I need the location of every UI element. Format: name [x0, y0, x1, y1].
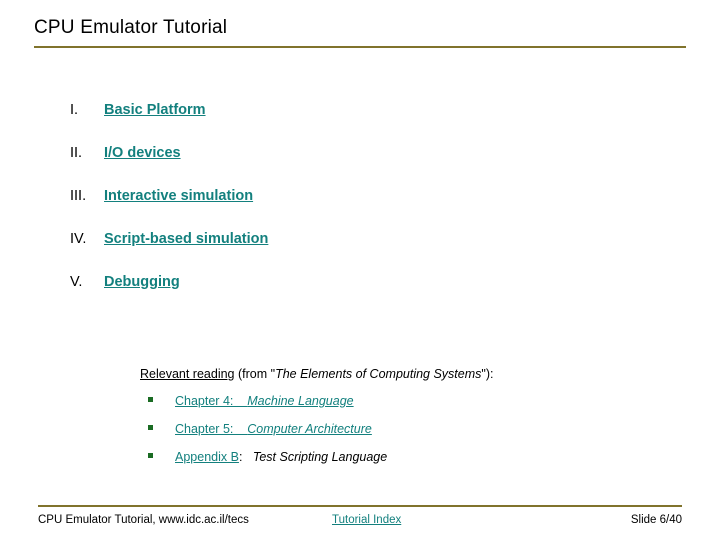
relevant-reading-block: Relevant reading (from "The Elements of … [140, 366, 660, 478]
reading-link-chapter-5-title: Computer Architecture [247, 422, 372, 436]
square-bullet-icon [148, 425, 153, 430]
outline-list: I. Basic Platform II. I/O devices III. I… [70, 102, 630, 317]
relevant-reading-book-title: The Elements of Computing Systems [275, 367, 482, 381]
list-item[interactable]: IV. Script-based simulation [70, 231, 630, 274]
reading-appendix-b-title: Test Scripting Language [252, 450, 388, 464]
outline-numeral: IV. [70, 231, 87, 247]
reading-link-chapter-4-title: Machine Language [247, 394, 354, 408]
relevant-reading-label: Relevant reading [140, 367, 235, 381]
outline-numeral: V. [70, 274, 83, 290]
relevant-reading-suffix: "): [481, 367, 494, 381]
outline-link-basic-platform[interactable]: Basic Platform [104, 102, 206, 118]
title-divider [34, 46, 686, 48]
reading-link-chapter-4-label: Chapter 4: [175, 394, 248, 408]
square-bullet-icon [148, 453, 153, 458]
footer-divider [38, 505, 682, 507]
list-item[interactable]: Chapter 4: Machine Language [140, 394, 660, 422]
footer-source-text: CPU Emulator Tutorial, www.idc.ac.il/tec… [38, 514, 249, 526]
reading-link-appendix-b[interactable]: Appendix B [175, 450, 239, 464]
slide-number: Slide 6/40 [630, 514, 682, 526]
footer: CPU Emulator Tutorial, www.idc.ac.il/tec… [38, 514, 682, 532]
reading-appendix-b-colon: : [238, 450, 253, 464]
list-item[interactable]: Chapter 5: Computer Architecture [140, 422, 660, 450]
list-item[interactable]: II. I/O devices [70, 145, 630, 188]
footer-link-tutorial-index[interactable]: Tutorial Index [332, 514, 401, 526]
reading-link-chapter-5-label: Chapter 5: [175, 422, 248, 436]
outline-numeral: III. [70, 188, 87, 204]
list-item[interactable]: I. Basic Platform [70, 102, 630, 145]
reading-link-chapter-5[interactable]: Chapter 5: Computer Architecture [175, 422, 372, 436]
reading-link-chapter-4[interactable]: Chapter 4: Machine Language [175, 394, 354, 408]
outline-link-debugging[interactable]: Debugging [104, 274, 180, 290]
relevant-reading-heading: Relevant reading (from "The Elements of … [140, 366, 660, 382]
page-title: CPU Emulator Tutorial [34, 17, 228, 38]
outline-link-script-based-simulation[interactable]: Script-based simulation [104, 231, 268, 247]
outline-numeral: II. [70, 145, 83, 161]
square-bullet-icon [148, 397, 153, 402]
reading-reference-list: Chapter 4: Machine Language Chapter 5: C… [140, 394, 660, 478]
relevant-reading-prefix: (from " [234, 367, 276, 381]
outline-numeral: I. [70, 102, 79, 118]
list-item[interactable]: V. Debugging [70, 274, 630, 317]
list-item[interactable]: III. Interactive simulation [70, 188, 630, 231]
outline-link-interactive-simulation[interactable]: Interactive simulation [104, 188, 253, 204]
outline-link-io-devices[interactable]: I/O devices [104, 145, 181, 161]
list-item[interactable]: Appendix B: Test Scripting Language [140, 450, 660, 478]
